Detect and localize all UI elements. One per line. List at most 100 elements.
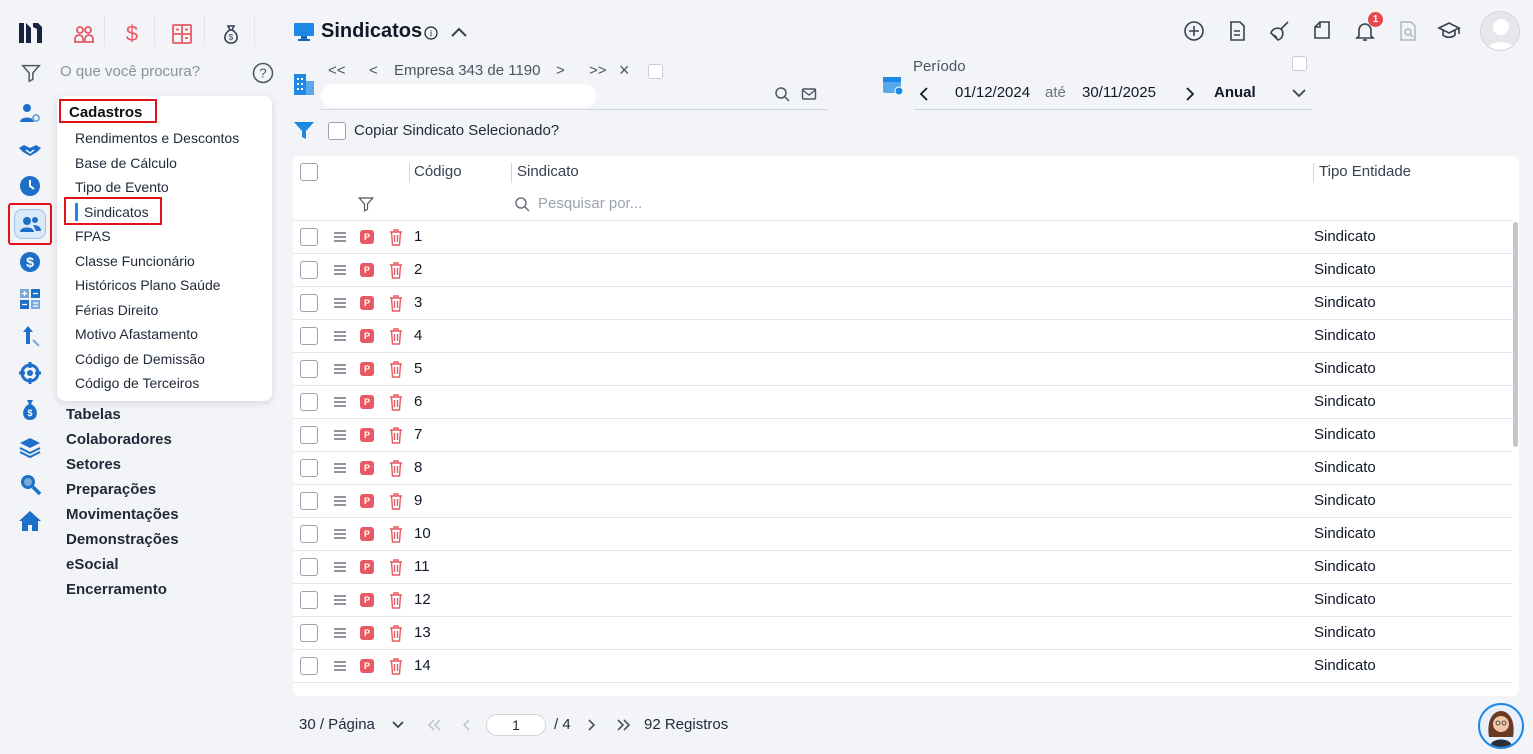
row-p-badge[interactable]: P (360, 395, 374, 409)
submenu-item-demissao[interactable]: Código de Demissão (75, 351, 205, 367)
submenu-item-ferias[interactable]: Férias Direito (75, 302, 158, 318)
menu-item-preparacoes[interactable]: Preparações (66, 481, 156, 498)
broom-icon[interactable] (1268, 19, 1292, 43)
row-checkbox[interactable] (300, 591, 318, 609)
period-start-date[interactable]: 01/12/2024 (955, 84, 1030, 101)
menu-item-movimentacoes[interactable]: Movimentações (66, 506, 179, 523)
row-checkbox[interactable] (300, 327, 318, 345)
row-p-badge[interactable]: P (360, 494, 374, 508)
row-p-badge[interactable]: P (360, 263, 374, 277)
table-row[interactable]: P 13 Sindicato (293, 617, 1513, 650)
growth-icon[interactable] (16, 322, 44, 350)
magnifier-icon[interactable] (16, 470, 44, 498)
row-checkbox[interactable] (300, 525, 318, 543)
trash-icon[interactable] (388, 657, 404, 675)
submenu-item-base-calculo[interactable]: Base de Cálculo (75, 155, 177, 171)
trash-icon[interactable] (388, 525, 404, 543)
column-filter-icon[interactable] (357, 195, 375, 213)
row-checkbox[interactable] (300, 624, 318, 642)
page-size-select[interactable]: 30 / Página (299, 716, 375, 733)
copy-checkbox[interactable] (328, 122, 346, 140)
row-checkbox[interactable] (300, 393, 318, 411)
row-menu-icon[interactable] (333, 264, 347, 276)
people-icon[interactable] (14, 209, 46, 239)
next-page-icon[interactable] (585, 718, 597, 732)
dollar-icon[interactable]: $ (118, 20, 146, 48)
table-row[interactable]: P 2 Sindicato (293, 254, 1513, 287)
period-next-icon[interactable] (1183, 86, 1197, 102)
trash-icon[interactable] (388, 360, 404, 378)
row-menu-icon[interactable] (333, 429, 347, 441)
row-menu-icon[interactable] (333, 462, 347, 474)
row-menu-icon[interactable] (333, 330, 347, 342)
mail-icon[interactable] (801, 86, 817, 102)
row-p-badge[interactable]: P (360, 329, 374, 343)
gear-network-icon[interactable] (16, 359, 44, 387)
trash-icon[interactable] (388, 261, 404, 279)
table-row[interactable]: P 3 Sindicato (293, 287, 1513, 320)
filter-funnel-icon[interactable] (293, 121, 315, 141)
menu-item-tabelas[interactable]: Tabelas (66, 406, 121, 423)
row-p-badge[interactable]: P (360, 428, 374, 442)
row-checkbox[interactable] (300, 459, 318, 477)
help-icon[interactable]: ? (252, 62, 274, 84)
submenu-item-tipo-evento[interactable]: Tipo de Evento (75, 179, 169, 195)
table-row[interactable]: P 6 Sindicato (293, 386, 1513, 419)
submenu-item-sindicatos[interactable]: Sindicatos (84, 204, 149, 220)
users-icon[interactable] (70, 20, 98, 48)
user-avatar[interactable] (1480, 11, 1520, 51)
calculator-icon[interactable] (16, 285, 44, 313)
table-row[interactable]: P 10 Sindicato (293, 518, 1513, 551)
row-menu-icon[interactable] (333, 528, 347, 540)
row-p-badge[interactable]: P (360, 527, 374, 541)
period-mode-select[interactable]: Anual (1214, 84, 1256, 101)
row-menu-icon[interactable] (333, 231, 347, 243)
menu-item-setores[interactable]: Setores (66, 456, 121, 473)
table-row[interactable]: P 1 Sindicato (293, 221, 1513, 254)
submenu-item-fpas[interactable]: FPAS (75, 228, 111, 244)
search-icon[interactable] (774, 86, 790, 102)
filter-icon[interactable] (20, 62, 42, 84)
table-row[interactable]: P 14 Sindicato (293, 650, 1513, 683)
app-logo[interactable] (17, 19, 45, 47)
row-p-badge[interactable]: P (360, 593, 374, 607)
chevron-down-icon[interactable] (391, 719, 405, 731)
menu-item-demonstracoes[interactable]: Demonstrações (66, 531, 179, 548)
table-row[interactable]: P 7 Sindicato (293, 419, 1513, 452)
trash-icon[interactable] (388, 591, 404, 609)
table-row[interactable]: P 8 Sindicato (293, 452, 1513, 485)
trash-icon[interactable] (388, 558, 404, 576)
trash-icon[interactable] (388, 459, 404, 477)
page-number-input[interactable]: 1 (486, 714, 546, 736)
row-p-badge[interactable]: P (360, 362, 374, 376)
company-input[interactable] (321, 84, 596, 108)
global-search-input[interactable]: O que você procura? (60, 63, 200, 80)
last-page-icon[interactable] (616, 718, 632, 732)
row-checkbox[interactable] (300, 426, 318, 444)
submenu-item-classe[interactable]: Classe Funcionário (75, 253, 195, 269)
menu-item-esocial[interactable]: eSocial (66, 556, 119, 573)
first-company-button[interactable]: << (328, 62, 346, 79)
submenu-item-terceiros[interactable]: Código de Terceiros (75, 375, 199, 391)
money-bag-icon[interactable]: $ (217, 20, 245, 48)
trash-icon[interactable] (388, 294, 404, 312)
report-search-icon[interactable] (1396, 19, 1420, 43)
submenu-item-historicos[interactable]: Históricos Plano Saúde (75, 277, 221, 293)
table-scrollbar[interactable] (1513, 222, 1518, 447)
menu-item-colaboradores[interactable]: Colaboradores (66, 431, 172, 448)
table-row[interactable]: P 9 Sindicato (293, 485, 1513, 518)
submenu-item-motivo[interactable]: Motivo Afastamento (75, 326, 198, 342)
table-row[interactable]: P 12 Sindicato (293, 584, 1513, 617)
calculator-icon[interactable] (168, 20, 196, 48)
row-checkbox[interactable] (300, 492, 318, 510)
first-page-icon[interactable] (426, 718, 442, 732)
row-menu-icon[interactable] (333, 363, 347, 375)
column-header-tipo[interactable]: Tipo Entidade (1319, 163, 1411, 180)
row-menu-icon[interactable] (333, 495, 347, 507)
row-p-badge[interactable]: P (360, 230, 374, 244)
row-menu-icon[interactable] (333, 561, 347, 573)
row-checkbox[interactable] (300, 261, 318, 279)
layers-icon[interactable] (16, 433, 44, 461)
document-icon[interactable] (1225, 19, 1249, 43)
table-row[interactable]: P 4 Sindicato (293, 320, 1513, 353)
